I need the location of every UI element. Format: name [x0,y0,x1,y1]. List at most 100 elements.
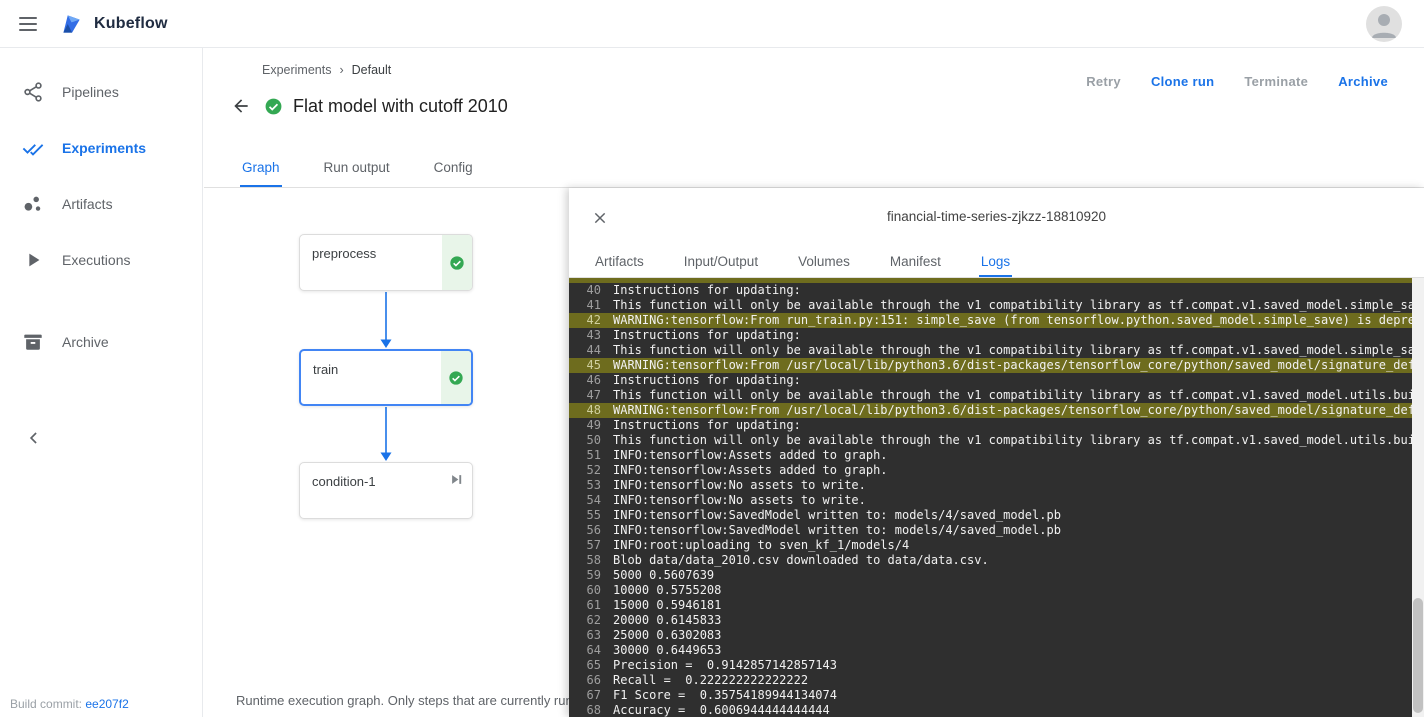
log-line-number: 68 [575,703,601,717]
log-scrollbar[interactable] [1412,278,1424,717]
arrow-back-icon [231,96,251,116]
log-line-text: INFO:tensorflow:No assets to write. [613,493,866,507]
log-line-number: 53 [575,478,601,493]
archive-icon [22,331,44,353]
log-line-text: This function will only be available thr… [613,388,1424,402]
sidebar-item-experiments[interactable]: Experiments [0,120,202,176]
log-line-text: Blob data/data_2010.csv downloaded to da… [613,553,989,567]
sidebar-item-pipelines[interactable]: Pipelines [0,64,202,120]
log-line-text: Instructions for updating: [613,418,801,432]
build-commit-link[interactable]: ee207f2 [85,697,128,711]
graph-footer: Runtime execution graph. Only steps that… [228,693,570,708]
panel-header: financial-time-series-zjkzz-18810920 [569,188,1424,246]
log-line-text: Accuracy = 0.6006944444444444 [613,703,830,717]
log-line: 60 10000 0.5755208 [569,583,1424,598]
panel-tab-volumes[interactable]: Volumes [796,246,852,277]
log-line-text: Instructions for updating: [613,283,801,297]
run-status-success-icon [264,97,283,116]
log-line: 45WARNING:tensorflow:From /usr/local/lib… [569,358,1424,373]
graph-footer-note: Runtime execution graph. Only steps that… [236,693,570,708]
log-line-text: 10000 0.5755208 [613,583,721,597]
panel-tab-manifest[interactable]: Manifest [888,246,943,277]
main-tabs: Graph Run output Config [240,152,475,187]
log-line: 41This function will only be available t… [569,298,1424,313]
terminate-button[interactable]: Terminate [1244,74,1308,89]
page-title: Flat model with cutoff 2010 [293,96,508,117]
panel-tab-input-output[interactable]: Input/Output [682,246,760,277]
log-line-number: 42 [575,313,601,328]
log-line-number: 46 [575,373,601,388]
log-line-number: 48 [575,403,601,418]
log-line: 47 This function will only be available t… [569,388,1424,403]
log-line-number: 66 [575,673,601,688]
breadcrumb-default: Default [352,63,392,77]
sidebar-collapse-button[interactable] [14,418,54,458]
sidebar-item-archive[interactable]: Archive [0,314,202,370]
log-line: 6115000 0.5946181 [569,598,1424,613]
log-lines: 40Instructions for updating:41This funct… [569,283,1424,717]
sidebar-item-executions[interactable]: Executions [0,232,202,288]
log-console[interactable]: 40Instructions for updating:41This funct… [569,278,1424,717]
log-line-text: WARNING:tensorflow:From /usr/local/lib/p… [613,358,1424,372]
clone-run-button[interactable]: Clone run [1151,74,1214,89]
log-line-number: 55 [575,508,601,523]
retry-button[interactable]: Retry [1086,74,1121,89]
archive-button[interactable]: Archive [1338,74,1388,89]
back-button[interactable] [228,93,254,119]
panel-tabs: Artifacts Input/Output Volumes Manifest … [569,246,1424,278]
graph-node-condition-1[interactable]: condition-1 [299,462,473,519]
panel-tab-artifacts[interactable]: Artifacts [593,246,646,277]
log-scrollbar-thumb[interactable] [1413,598,1423,713]
menu-icon [19,17,37,19]
top-bar: Kubeflow [0,0,1424,48]
tab-run-output[interactable]: Run output [322,152,392,187]
graph-node-train[interactable]: train [299,349,473,406]
log-line-text: INFO:root:uploading to sven_kf_1/models/… [613,538,909,552]
sidebar-item-label: Pipelines [62,84,119,100]
log-line-text: INFO:tensorflow:SavedModel written to: m… [613,523,1061,537]
log-line-text: INFO:tensorflow:No assets to write. [613,478,866,492]
panel-tab-logs[interactable]: Logs [979,246,1012,277]
graph-canvas[interactable]: preprocess train condi [204,188,570,717]
log-line-text: 15000 0.5946181 [613,598,721,612]
sidebar-item-artifacts[interactable]: Artifacts [0,176,202,232]
log-line: 56 INFO:tensorflow:SavedModel written to:… [569,523,1424,538]
kubeflow-logo-icon [58,11,84,37]
node-label: train [313,362,338,377]
log-line-number: 51 [575,448,601,463]
log-line-number: 40 [575,283,601,298]
close-panel-button[interactable] [589,207,611,229]
node-status-success-icon [442,235,472,290]
log-line-number: 56 [575,523,601,538]
log-line-text: INFO:tensorflow:Assets added to graph. [613,448,888,462]
avatar[interactable] [1366,6,1402,42]
log-line: 6430000 0.6449653 [569,643,1424,658]
log-line: 40 Instructions for updating: [569,283,1424,298]
tab-graph[interactable]: Graph [240,152,282,187]
log-line-number: 47 [575,388,601,403]
close-icon [592,210,608,226]
log-line-number: 49 [575,418,601,433]
executions-icon [22,249,44,271]
log-line-number: 59 [575,568,601,583]
node-status-skipped-icon [447,470,465,488]
details-panel: financial-time-series-zjkzz-18810920 Art… [569,188,1424,717]
log-line: 49 Instructions for updating: [569,418,1424,433]
sidebar-item-label: Experiments [62,140,146,156]
log-line-text: 5000 0.5607639 [613,568,714,582]
sidebar-item-label: Executions [62,252,130,268]
log-line-text: INFO:tensorflow:Assets added to graph. [613,463,888,477]
run-header: Experiments › Default Flat model with cu… [204,48,1424,188]
kubeflow-app: Kubeflow Pipelines Experiments [0,0,1424,717]
run-actions: Retry Clone run Terminate Archive [1086,74,1388,89]
menu-button[interactable] [8,4,48,44]
graph-node-preprocess[interactable]: preprocess [299,234,473,291]
log-line: 6220000 0.6145833 [569,613,1424,628]
log-line-number: 60 [575,583,601,598]
breadcrumb-experiments[interactable]: Experiments [262,63,331,77]
log-line: 59 5000 0.5607639 [569,568,1424,583]
chevron-left-icon [24,428,44,448]
tab-config[interactable]: Config [432,152,475,187]
log-line-text: WARNING:tensorflow:From run_train.py:151… [613,313,1424,327]
log-line: 46Instructions for updating: [569,373,1424,388]
